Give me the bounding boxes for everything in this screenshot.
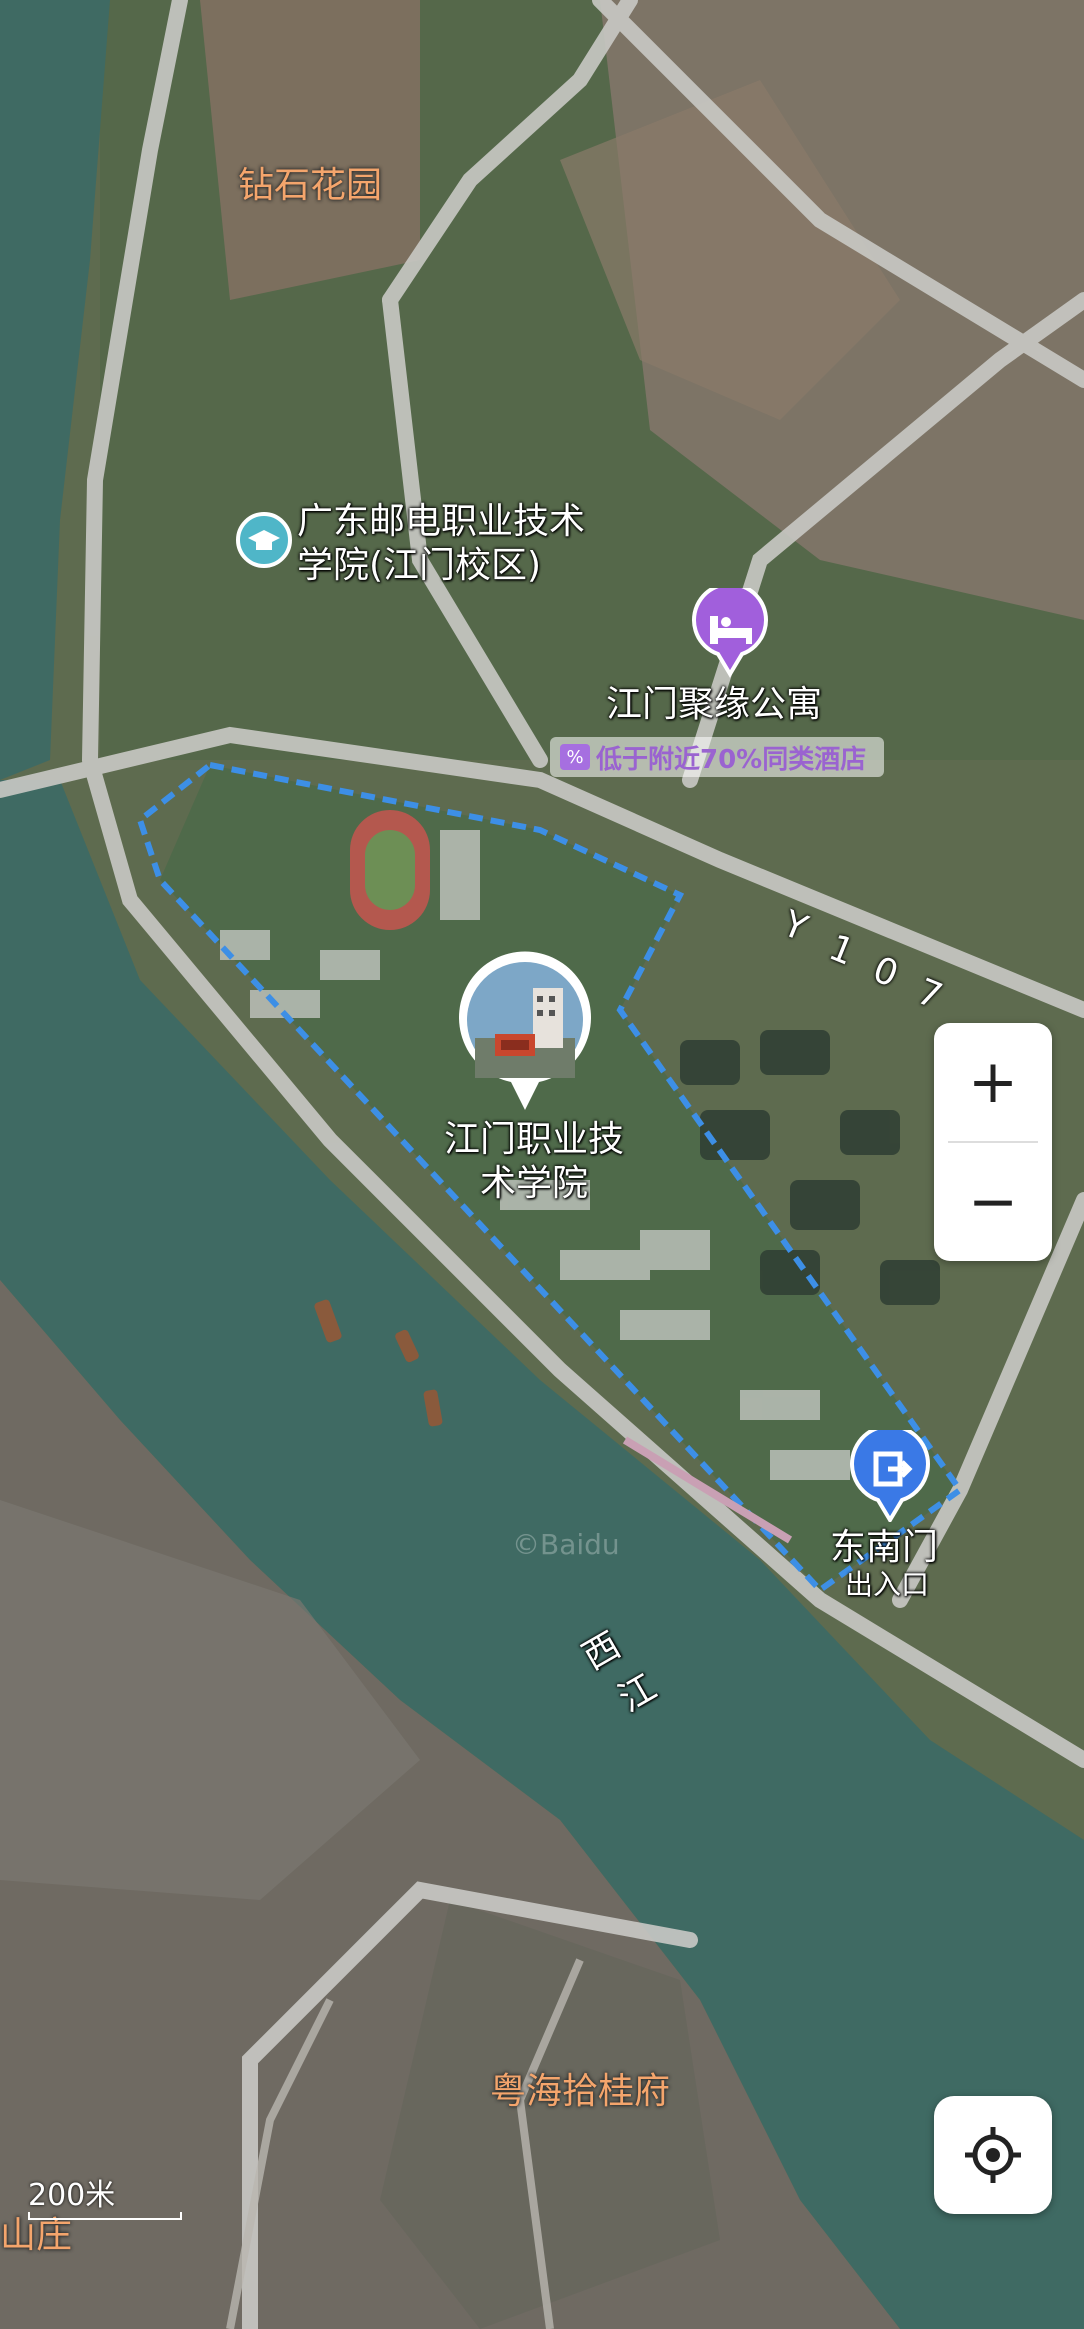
scale-label: 200米: [28, 2178, 116, 2213]
place-label-shanzhuang[interactable]: 山庄: [0, 2214, 72, 2258]
zoom-controls: + −: [934, 1023, 1052, 1261]
baidu-watermark: ©Baidu: [512, 1528, 620, 1561]
place-label-jiangmen-college[interactable]: 江门职业技 术学院: [424, 1118, 644, 1206]
place-label-yuehai[interactable]: 粤海拾桂府: [490, 2070, 670, 2114]
place-label-jiangmen-college-line1: 江门职业技: [443, 1119, 624, 1160]
place-label-southeast-gate-sub: 出入口: [845, 1568, 930, 1601]
exit-icon[interactable]: [848, 1423, 932, 1524]
college-photo-pin[interactable]: [455, 950, 595, 1112]
zoom-out-button[interactable]: −: [934, 1143, 1052, 1261]
place-label-diamond-garden[interactable]: 钻石花园: [238, 164, 382, 208]
zoom-in-button[interactable]: +: [934, 1023, 1052, 1141]
place-label-poly-college[interactable]: 广东邮电职业技术 学院(江门校区): [297, 500, 617, 588]
satellite-map[interactable]: 钻石花园 广东邮电职业技术 学院(江门校区) 江门聚缘公寓 % 低于附近70%同…: [0, 0, 1084, 2329]
place-label-southeast-gate[interactable]: 东南门: [830, 1526, 938, 1570]
place-label-jiangmen-college-line2: 术学院: [479, 1163, 588, 1204]
place-label-apartment[interactable]: 江门聚缘公寓: [606, 683, 822, 727]
locate-button[interactable]: [934, 2096, 1052, 2214]
scale-bar: [28, 2212, 182, 2220]
place-label-poly-college-line2: 学院(江门校区): [297, 545, 542, 586]
crosshair-icon: [965, 2127, 1021, 2183]
discount-tag-icon: %: [560, 744, 590, 770]
place-label-poly-college-line1: 广东邮电职业技术: [297, 501, 586, 542]
bed-icon[interactable]: [690, 582, 770, 678]
graduation-cap-icon[interactable]: [234, 512, 294, 572]
hotel-promo-text: 低于附近70%同类酒店: [596, 744, 867, 775]
hotel-promo-banner[interactable]: % 低于附近70%同类酒店: [550, 737, 885, 777]
